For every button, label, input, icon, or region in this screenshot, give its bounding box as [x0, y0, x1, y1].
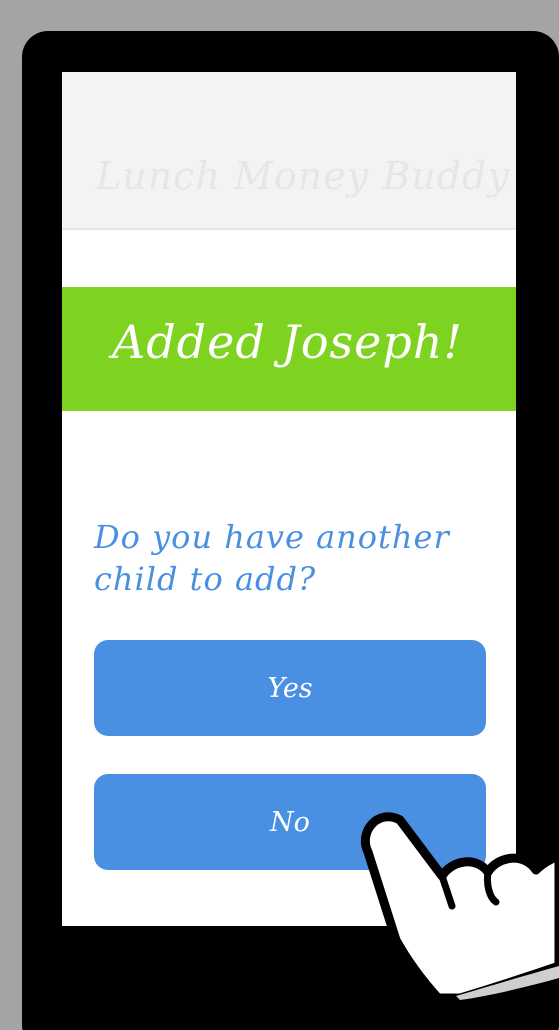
no-button[interactable]: No: [94, 774, 486, 870]
app-screen: Lunch Money Buddy Added Joseph! Do you h…: [62, 72, 516, 926]
yes-button-label: Yes: [267, 672, 313, 704]
question-text: Do you have another child to add?: [94, 518, 450, 598]
banner-message: Added Joseph!: [112, 315, 463, 369]
yes-button[interactable]: Yes: [94, 640, 486, 736]
no-button-label: No: [270, 806, 310, 838]
app-header: Lunch Money Buddy: [62, 72, 516, 230]
success-banner: Added Joseph!: [62, 287, 516, 411]
app-title: Lunch Money Buddy: [96, 154, 510, 198]
